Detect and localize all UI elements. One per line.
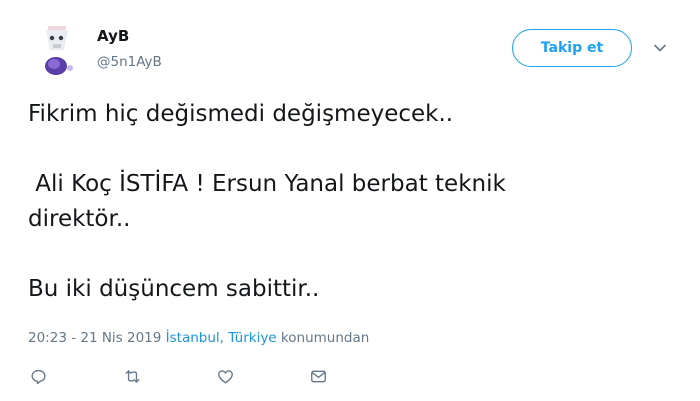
avatar-image [34, 20, 82, 80]
tweet-location[interactable]: İstanbul, Türkiye [166, 330, 277, 346]
retweet-icon[interactable] [120, 364, 144, 388]
follow-button[interactable]: Takip et [512, 29, 632, 67]
tweet-text-line: Bu iki düşüncem sabittir.. [28, 276, 320, 302]
author-name[interactable]: AyB [97, 27, 129, 45]
like-icon[interactable] [213, 364, 237, 388]
tweet-text-line: Ali Koç İSTİFA ! Ersun Yanal berbat tekn… [28, 171, 506, 197]
author-handle[interactable]: @5n1AyB [97, 54, 162, 70]
tweet-meta: 20:23 - 21 Nis 2019 İstanbul, Türkiye ko… [28, 330, 369, 346]
direct-message-icon[interactable] [306, 364, 330, 388]
tweet-text-line: direktör.. [28, 206, 131, 232]
tweet-text-line: Fikrim hiç değismedi değişmeyecek.. [28, 101, 454, 127]
tweet-text: Fikrim hiç değismedi değişmeyecek.. Ali … [28, 97, 668, 307]
tweet-location-suffix: konumundan [280, 330, 370, 346]
chevron-down-icon[interactable] [652, 40, 668, 56]
tweet-datetime[interactable]: 20:23 - 21 Nis 2019 [28, 330, 161, 346]
tweet-card: AyB @5n1AyB Takip et Fikrim hiç değismed… [0, 0, 700, 401]
reply-icon[interactable] [26, 364, 50, 388]
avatar[interactable] [34, 20, 82, 80]
